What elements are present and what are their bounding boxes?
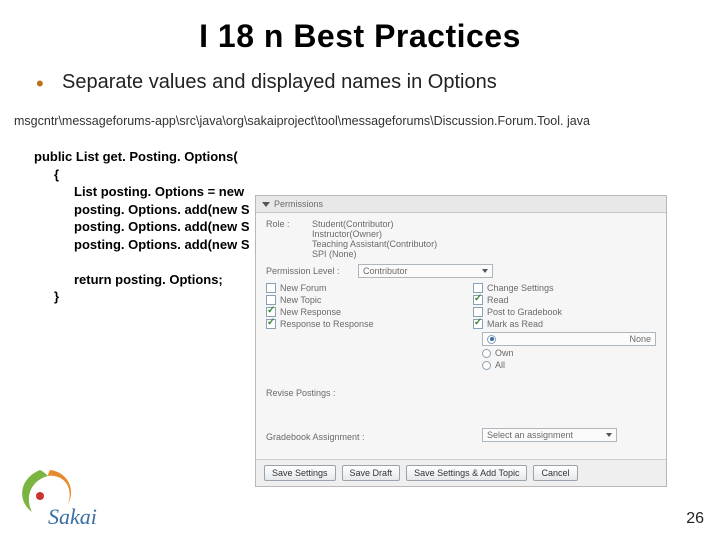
radio-all[interactable]: All bbox=[482, 360, 656, 370]
checkbox-label: Response to Response bbox=[280, 319, 374, 329]
code-line: { bbox=[34, 166, 720, 184]
button-row: Save Settings Save Draft Save Settings &… bbox=[256, 459, 666, 486]
cancel-button[interactable]: Cancel bbox=[533, 465, 577, 481]
chevron-down-icon bbox=[606, 433, 612, 437]
slide-title: I 18 n Best Practices bbox=[0, 0, 720, 55]
logo-text: Sakai bbox=[48, 504, 97, 530]
checkbox-label: Post to Gradebook bbox=[487, 307, 562, 317]
code-line: public List get. Posting. Options( bbox=[34, 149, 238, 164]
slide: I 18 n Best Practices Separate values an… bbox=[0, 0, 720, 540]
code-line: posting. Options. add(new S bbox=[34, 236, 720, 254]
sakai-logo: Sakai bbox=[10, 460, 120, 534]
radio-label: Own bbox=[495, 348, 514, 358]
file-path: msgcntr\messageforums-app\src\java\org\s… bbox=[0, 102, 720, 128]
revise-radio-group: None Own All bbox=[482, 332, 656, 370]
code-line: List posting. Options = new bbox=[34, 183, 720, 201]
revise-postings-label: Revise Postings : bbox=[266, 388, 336, 398]
gradebook-label: Gradebook Assignment : bbox=[266, 432, 365, 442]
radio-label: All bbox=[495, 360, 505, 370]
radio-own[interactable]: Own bbox=[482, 348, 656, 358]
checkbox-mark-as-read[interactable]: Mark as Read bbox=[473, 319, 656, 329]
checkbox-post-gradebook[interactable]: Post to Gradebook bbox=[473, 307, 656, 317]
page-number: 26 bbox=[686, 510, 704, 528]
bullet-item: Separate values and displayed names in O… bbox=[36, 71, 720, 102]
save-add-topic-button[interactable]: Save Settings & Add Topic bbox=[406, 465, 527, 481]
gradebook-value: Select an assignment bbox=[487, 430, 573, 440]
code-line: return posting. Options; bbox=[34, 271, 720, 289]
code-line: } bbox=[34, 288, 720, 306]
code-line: posting. Options. add(new S bbox=[34, 201, 720, 219]
bullet-list: Separate values and displayed names in O… bbox=[0, 55, 720, 102]
checkbox-label: Mark as Read bbox=[487, 319, 543, 329]
save-draft-button[interactable]: Save Draft bbox=[342, 465, 401, 481]
checkbox-label: New Response bbox=[280, 307, 341, 317]
save-settings-button[interactable]: Save Settings bbox=[264, 465, 336, 481]
radio-label: None bbox=[629, 334, 651, 344]
checkbox-new-response[interactable]: New Response bbox=[266, 307, 449, 317]
gradebook-select[interactable]: Select an assignment bbox=[482, 428, 617, 442]
code-snippet: public List get. Posting. Options( {List… bbox=[0, 128, 720, 306]
radio-none[interactable]: None bbox=[482, 332, 656, 346]
code-line: posting. Options. add(new S bbox=[34, 218, 720, 236]
checkbox-response-to-response[interactable]: Response to Response bbox=[266, 319, 449, 329]
